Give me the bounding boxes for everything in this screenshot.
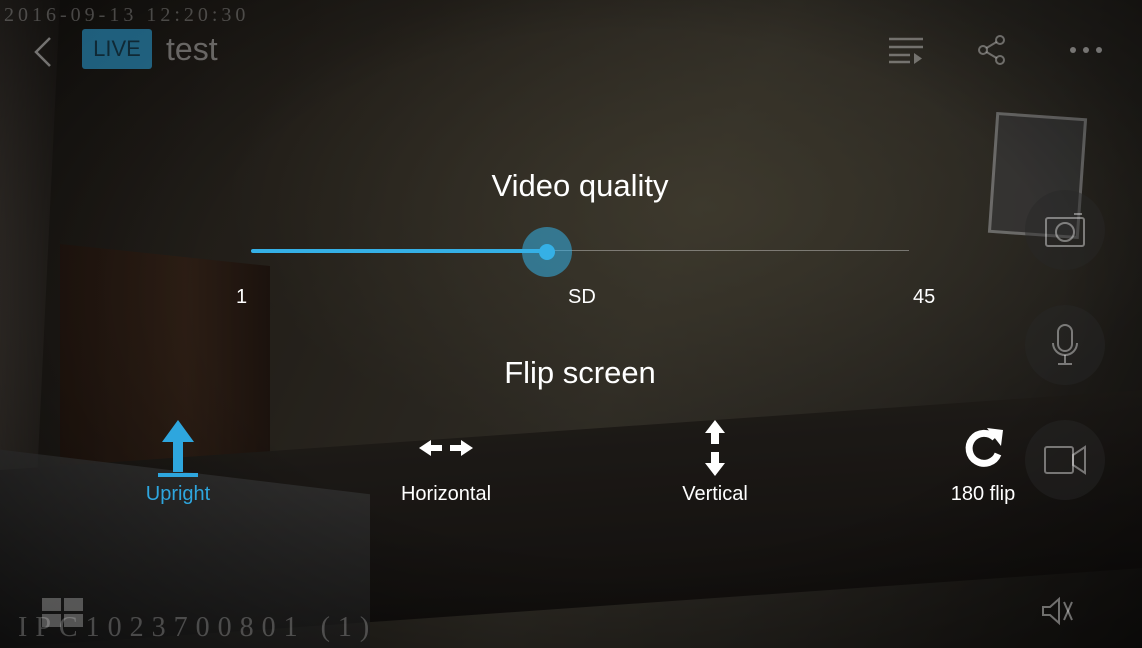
back-button[interactable] bbox=[28, 34, 58, 70]
arrows-horizontal-icon bbox=[419, 439, 473, 456]
flip-option-label: Vertical bbox=[682, 483, 748, 505]
slider-fill bbox=[251, 249, 547, 253]
video-quality-slider[interactable] bbox=[251, 227, 909, 277]
arrows-vertical-icon bbox=[705, 419, 725, 476]
arrow-up-icon bbox=[158, 419, 198, 477]
grid-view-icon bbox=[42, 598, 83, 627]
talk-button[interactable] bbox=[1025, 305, 1105, 385]
share-button[interactable] bbox=[974, 32, 1010, 68]
top-bar: LIVE test bbox=[0, 0, 1142, 100]
more-button[interactable] bbox=[1068, 32, 1104, 68]
record-button[interactable] bbox=[1025, 420, 1105, 500]
flip-option-horizontal[interactable]: Horizontal bbox=[361, 415, 531, 515]
live-badge: LIVE bbox=[82, 29, 152, 69]
slider-current-label: SD bbox=[568, 286, 596, 308]
flip-option-upright[interactable]: Upright bbox=[93, 415, 263, 515]
camera-title: test bbox=[166, 31, 218, 67]
playlist-icon bbox=[889, 37, 923, 64]
back-arrow-icon bbox=[34, 37, 51, 67]
mute-icon bbox=[1042, 596, 1073, 626]
live-view-screen: 2016-09-13 12:20:30 IPC1023700801 (1) LI… bbox=[0, 0, 1142, 648]
share-icon bbox=[978, 35, 1005, 65]
snapshot-button[interactable] bbox=[1025, 190, 1105, 270]
slider-thumb-dot bbox=[539, 244, 555, 260]
flip-option-label: Upright bbox=[145, 483, 211, 505]
slider-thumb[interactable] bbox=[522, 227, 572, 277]
rotate-icon bbox=[965, 427, 1003, 467]
slider-max-label: 45 bbox=[913, 286, 936, 308]
video-quality-title: Video quality bbox=[491, 168, 669, 203]
playlist-button[interactable] bbox=[888, 32, 924, 68]
microphone-icon bbox=[1052, 324, 1078, 365]
video-camera-icon bbox=[1044, 445, 1086, 475]
more-icon bbox=[1070, 47, 1102, 53]
flip-option-label: 180 flip bbox=[950, 483, 1016, 505]
flip-screen-title: Flip screen bbox=[504, 355, 656, 390]
flip-option-vertical[interactable]: Vertical bbox=[630, 415, 800, 515]
camera-icon bbox=[1045, 213, 1085, 247]
mute-button[interactable] bbox=[1040, 596, 1074, 631]
grid-view-button[interactable] bbox=[42, 598, 84, 633]
flip-option-label: Horizontal bbox=[400, 483, 492, 505]
slider-min-label: 1 bbox=[236, 286, 248, 308]
